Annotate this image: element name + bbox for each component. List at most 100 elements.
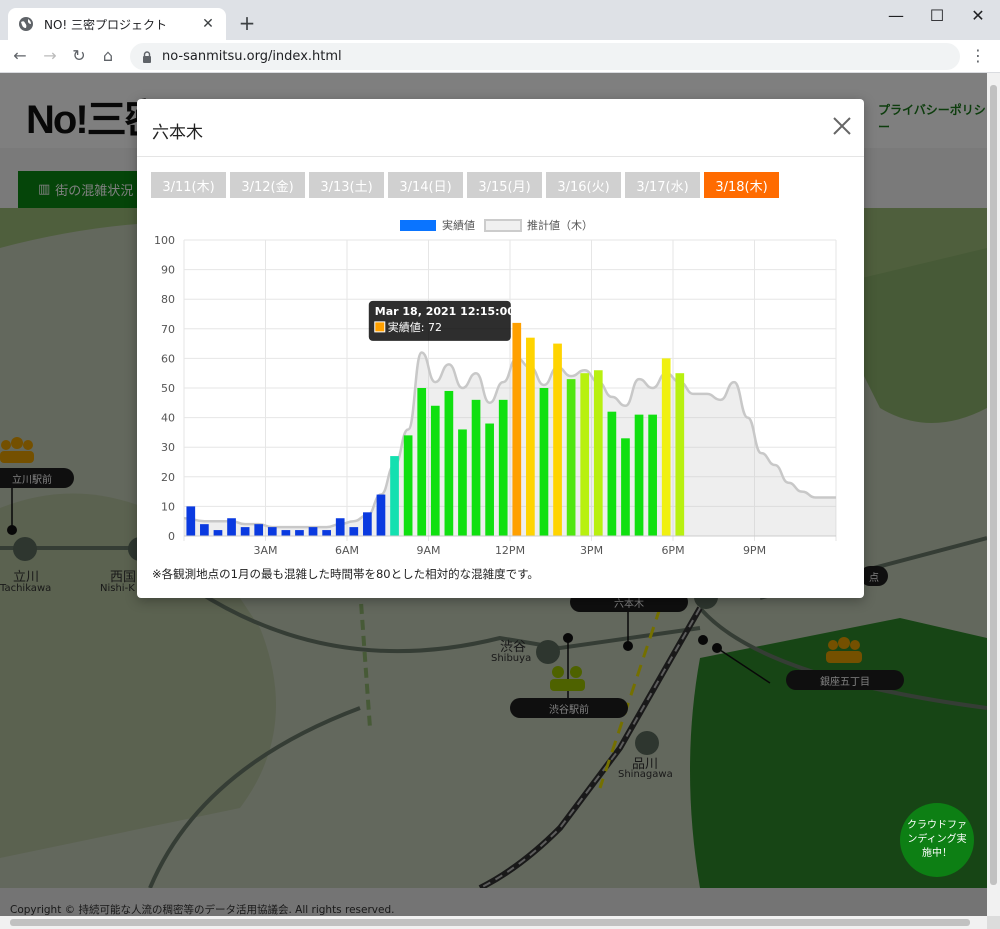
y-tick-label: 0 bbox=[168, 530, 175, 543]
y-tick-label: 10 bbox=[161, 500, 175, 513]
modal-header: 六本木 bbox=[137, 99, 864, 157]
scrollbar-thumb[interactable] bbox=[990, 85, 997, 885]
data-bar bbox=[281, 530, 291, 536]
modal-title: 六本木 bbox=[152, 123, 203, 143]
date-tab[interactable]: 3/12(金) bbox=[230, 172, 305, 198]
chart-note: ※各観測地点の1月の最も混雑した時間帯を80とした相対的な混雑度です。 bbox=[152, 567, 539, 581]
browser-menu-icon[interactable]: ⋮ bbox=[968, 44, 988, 68]
x-tick-label: 3PM bbox=[580, 544, 603, 557]
data-bar bbox=[526, 337, 535, 536]
data-bar bbox=[553, 343, 562, 536]
scrollbar-thumb[interactable] bbox=[10, 919, 970, 926]
x-tick-label: 6PM bbox=[661, 544, 684, 557]
y-tick-label: 20 bbox=[161, 471, 175, 484]
home-icon[interactable]: ⌂ bbox=[96, 44, 120, 68]
data-bar bbox=[322, 530, 331, 536]
data-bar bbox=[485, 423, 494, 536]
close-icon[interactable] bbox=[831, 115, 853, 137]
data-bar bbox=[349, 527, 359, 536]
tab-title: NO! 三密プロジェクト bbox=[44, 17, 168, 32]
y-tick-label: 100 bbox=[154, 234, 175, 247]
date-tab[interactable]: 3/16(火) bbox=[546, 172, 621, 198]
x-tick-label: 12PM bbox=[495, 544, 525, 557]
window-close-icon[interactable]: ✕ bbox=[958, 4, 998, 28]
minimize-icon[interactable]: — bbox=[876, 4, 916, 28]
legend-label: 実績値 bbox=[442, 218, 475, 232]
data-bar bbox=[593, 370, 603, 536]
date-tab[interactable]: 3/17(水) bbox=[625, 172, 700, 198]
date-tab[interactable]: 3/13(土) bbox=[309, 172, 384, 198]
date-tab[interactable]: 3/18(木) bbox=[704, 172, 779, 198]
data-bar bbox=[458, 429, 467, 536]
date-tab[interactable]: 3/11(木) bbox=[151, 172, 226, 198]
new-tab-icon[interactable]: + bbox=[236, 12, 258, 34]
data-bar bbox=[512, 322, 522, 536]
data-bar bbox=[240, 527, 250, 536]
forward-icon[interactable]: → bbox=[38, 44, 62, 68]
back-icon[interactable]: ← bbox=[8, 44, 32, 68]
data-bar bbox=[566, 379, 576, 536]
data-bar bbox=[417, 388, 427, 536]
date-tab[interactable]: 3/14(日) bbox=[388, 172, 463, 198]
data-bar bbox=[376, 494, 386, 536]
data-bar bbox=[335, 518, 345, 536]
address-bar[interactable]: no-sanmitsu.org/index.html bbox=[130, 43, 960, 70]
data-bar bbox=[227, 518, 236, 536]
x-tick-label: 9AM bbox=[416, 544, 440, 557]
tooltip-swatch bbox=[374, 321, 386, 333]
maximize-icon[interactable]: ☐ bbox=[917, 4, 957, 28]
legend-swatch bbox=[400, 220, 436, 231]
browser-tab[interactable]: NO! 三密プロジェクト ✕ bbox=[8, 8, 226, 40]
data-bar bbox=[403, 435, 413, 536]
x-tick-label: 9PM bbox=[743, 544, 766, 557]
lock-icon bbox=[143, 50, 151, 63]
tooltip-title: Mar 18, 2021 12:15:00 pm bbox=[375, 305, 538, 318]
congestion-chart: 実績値 推計値（木） 0 10 20 30 40 50 60 70 80 90 100 3AM 6AM 9AM… bbox=[154, 218, 837, 557]
data-bar bbox=[607, 411, 617, 536]
browser-toolbar: ← → ↻ ⌂ no-sanmitsu.org/index.html ⋮ bbox=[0, 40, 1000, 73]
data-bar bbox=[295, 530, 304, 536]
data-bar bbox=[213, 530, 223, 536]
y-tick-label: 80 bbox=[161, 293, 175, 306]
y-tick-label: 90 bbox=[161, 264, 175, 277]
browser-tab-bar: NO! 三密プロジェクト ✕ + — ☐ ✕ bbox=[0, 0, 1000, 40]
horizontal-scrollbar[interactable] bbox=[0, 916, 987, 929]
x-tick-label: 3AM bbox=[253, 544, 277, 557]
data-bar bbox=[186, 506, 196, 536]
y-tick-label: 40 bbox=[161, 412, 175, 425]
data-bar bbox=[267, 527, 277, 536]
data-bar bbox=[539, 388, 549, 536]
data-bar bbox=[254, 524, 264, 536]
reload-icon[interactable]: ↻ bbox=[67, 44, 91, 68]
crowdfunding-badge[interactable]: クラウドファンディング実施中！ bbox=[900, 803, 974, 877]
y-tick-label: 70 bbox=[161, 323, 175, 336]
scrollbar-corner bbox=[987, 916, 1000, 929]
date-tab[interactable]: 3/15(月) bbox=[467, 172, 542, 198]
data-bar bbox=[390, 456, 399, 536]
data-bar bbox=[444, 390, 454, 536]
globe-icon bbox=[19, 17, 33, 31]
tab-close-icon[interactable]: ✕ bbox=[200, 16, 216, 32]
y-tick-label: 60 bbox=[161, 352, 175, 365]
data-bar bbox=[648, 414, 657, 536]
x-tick-label: 6AM bbox=[335, 544, 359, 557]
legend-swatch bbox=[484, 219, 522, 232]
y-tick-label: 50 bbox=[161, 382, 175, 395]
data-bar bbox=[634, 414, 644, 536]
location-chart-modal: 六本木 3/11(木) 3/12(金) 3/13(土) 3/14(日) 3/15(月) 3… bbox=[137, 99, 864, 598]
legend-label: 推計値（木） bbox=[527, 218, 593, 232]
data-bar bbox=[580, 373, 590, 536]
data-bar bbox=[363, 512, 372, 536]
estimate-area bbox=[184, 352, 836, 536]
tooltip-label: 実績値: 72 bbox=[388, 320, 442, 334]
data-bar bbox=[471, 399, 481, 536]
data-bar bbox=[661, 358, 671, 536]
vertical-scrollbar[interactable] bbox=[987, 73, 1000, 916]
data-bar bbox=[621, 438, 630, 536]
url-text: no-sanmitsu.org/index.html bbox=[162, 49, 342, 64]
data-bar bbox=[200, 524, 209, 536]
data-bar bbox=[308, 527, 318, 536]
data-bar bbox=[675, 373, 685, 536]
y-tick-label: 30 bbox=[161, 441, 175, 454]
data-bar bbox=[498, 399, 508, 536]
